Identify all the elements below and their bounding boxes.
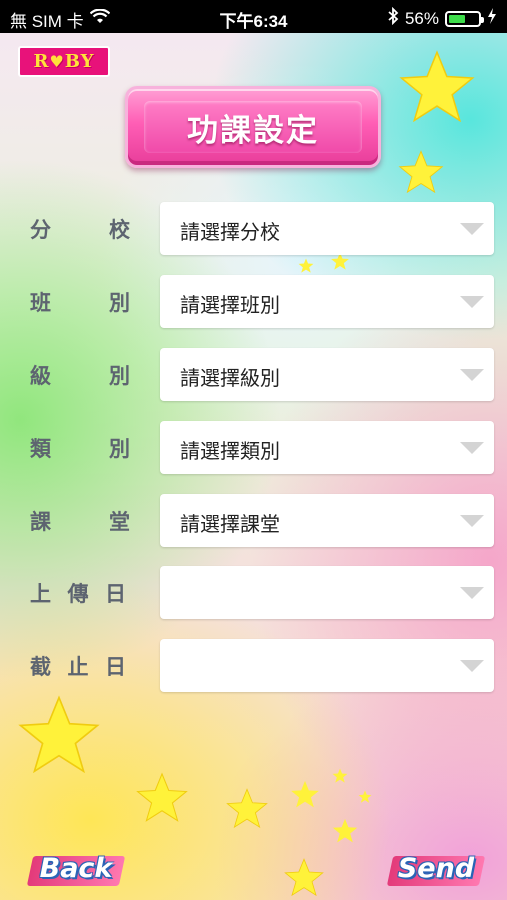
form-row-category: 類 別 請選擇類別 xyxy=(0,421,507,475)
bluetooth-icon xyxy=(387,6,399,30)
upload-date-select[interactable] xyxy=(160,566,494,619)
chevron-down-icon xyxy=(460,442,484,454)
upload-date-label: 上 傳 日 xyxy=(30,582,126,606)
title-plaque: 功課設定 xyxy=(125,86,381,168)
status-bar: 無 SIM 卡 下午6:34 56% xyxy=(0,0,507,33)
form-row-due-date: 截 止 日 xyxy=(0,639,507,693)
star-icon xyxy=(398,150,444,193)
branch-select[interactable]: 請選擇分校 xyxy=(160,202,494,255)
branch-select-value: 請選擇分校 xyxy=(180,220,280,244)
category-select[interactable]: 請選擇類別 xyxy=(160,421,494,474)
form-row-lesson: 課 堂 請選擇課堂 xyxy=(0,494,507,548)
back-button[interactable]: Back xyxy=(26,846,126,890)
logo-text: R xyxy=(33,51,50,72)
lesson-select[interactable]: 請選擇課堂 xyxy=(160,494,494,547)
ruby-logo: R ♥ BY xyxy=(18,46,110,77)
chevron-down-icon xyxy=(460,515,484,527)
lesson-label: 課 堂 xyxy=(30,510,130,534)
charging-icon xyxy=(487,8,497,29)
battery-icon xyxy=(445,10,484,27)
level-select[interactable]: 請選擇級別 xyxy=(160,348,494,401)
form-row-upload-date: 上 傳 日 xyxy=(0,566,507,620)
star-icon xyxy=(226,788,268,828)
due-date-label: 截 止 日 xyxy=(30,655,126,679)
star-icon xyxy=(332,768,348,783)
page-title: 功課設定 xyxy=(144,101,362,153)
class-select[interactable]: 請選擇班別 xyxy=(160,275,494,328)
class-select-value: 請選擇班別 xyxy=(180,293,280,317)
branch-label: 分 校 xyxy=(30,218,130,242)
form-row-branch: 分 校 請選擇分校 xyxy=(0,202,507,256)
chevron-down-icon xyxy=(460,587,484,599)
send-button[interactable]: Send xyxy=(386,846,486,890)
star-icon xyxy=(284,858,324,896)
chevron-down-icon xyxy=(460,369,484,381)
category-label: 類 別 xyxy=(30,437,130,461)
star-icon xyxy=(399,50,475,122)
chevron-down-icon xyxy=(460,660,484,672)
chevron-down-icon xyxy=(460,296,484,308)
level-label: 級 別 xyxy=(30,364,130,388)
class-label: 班 別 xyxy=(30,291,130,315)
form-row-level: 級 別 請選擇級別 xyxy=(0,348,507,402)
logo-heart-icon: ♥ xyxy=(49,52,65,71)
form-row-class: 班 別 請選擇班別 xyxy=(0,275,507,329)
category-select-value: 請選擇類別 xyxy=(180,439,280,463)
star-icon xyxy=(332,818,358,843)
lesson-select-value: 請選擇課堂 xyxy=(180,512,280,536)
due-date-select[interactable] xyxy=(160,639,494,692)
star-icon xyxy=(298,258,314,273)
chevron-down-icon xyxy=(460,223,484,235)
star-icon xyxy=(291,780,319,808)
level-select-value: 請選擇級別 xyxy=(180,366,280,390)
star-icon xyxy=(136,772,188,822)
battery-percentage: 56% xyxy=(404,8,439,28)
star-icon xyxy=(358,790,372,803)
star-icon xyxy=(18,695,100,773)
